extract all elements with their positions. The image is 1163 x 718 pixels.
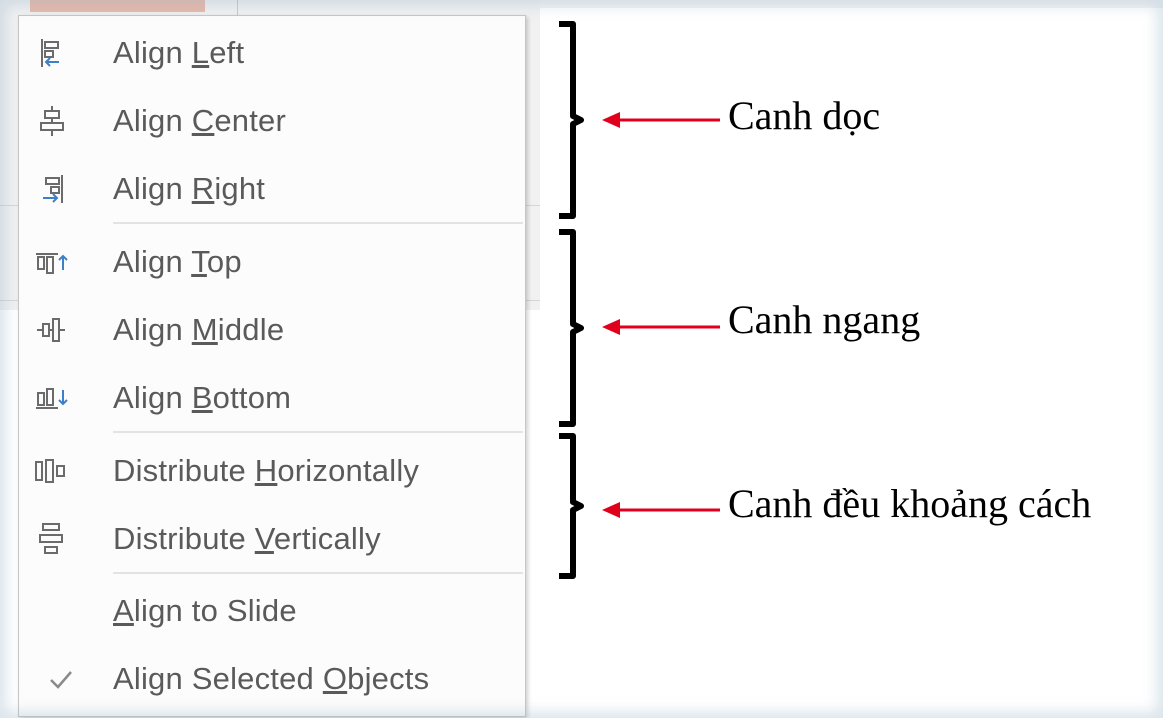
menu-item-label: Align Middle <box>113 312 285 347</box>
menu-item-distribute-vertically[interactable]: Distribute Vertically <box>19 509 525 569</box>
menu-separator <box>113 572 523 574</box>
menu-item-label: Align Left <box>113 35 245 70</box>
menu-separator <box>113 431 523 433</box>
background-tab <box>30 0 205 12</box>
background-divider <box>237 0 238 15</box>
menu-item-label: Align Bottom <box>113 380 292 415</box>
align-bottom-icon <box>36 388 68 409</box>
annotation-distribute-spacing: Canh đều khoảng cách <box>728 481 1092 526</box>
menu-item-label: Distribute Vertically <box>113 521 381 556</box>
brace-horizontal-alignment <box>559 229 584 427</box>
menu-item-align-center[interactable]: Align Center <box>19 91 525 151</box>
menu-item-label: Align Top <box>113 244 242 279</box>
menu-item-align-middle[interactable]: Align Middle <box>19 300 525 360</box>
distribute-vertically-icon <box>39 523 63 554</box>
brace-distribute-spacing <box>559 433 584 579</box>
align-top-icon <box>36 253 68 274</box>
annotation-vertical-alignment: Canh dọc <box>728 93 881 138</box>
menu-item-align-to-slide[interactable]: Align to Slide <box>19 581 525 641</box>
align-context-menu: Align Left Align Center Align Right Alig… <box>18 15 526 717</box>
menu-item-label: Align Selected Objects <box>113 661 430 696</box>
align-right-icon <box>43 175 63 203</box>
brace-vertical-alignment <box>559 21 584 219</box>
menu-item-distribute-horizontally[interactable]: Distribute Horizontally <box>19 441 525 501</box>
menu-item-label: Align Center <box>113 103 287 138</box>
menu-item-align-bottom[interactable]: Align Bottom <box>19 368 525 428</box>
arrow-distribute-spacing <box>602 502 720 518</box>
menu-item-align-selected-objects[interactable]: Align Selected Objects <box>19 649 525 709</box>
menu-item-label: Distribute Horizontally <box>113 453 420 488</box>
checkmark-icon <box>50 671 72 689</box>
align-center-icon <box>40 106 64 136</box>
arrow-horizontal-alignment <box>602 319 720 335</box>
arrow-vertical-alignment <box>602 112 720 128</box>
menu-item-align-left[interactable]: Align Left <box>19 23 525 83</box>
distribute-horizontally-icon <box>35 459 65 483</box>
menu-item-label: Align to Slide <box>113 593 297 628</box>
align-left-icon <box>41 39 59 67</box>
annotation-horizontal-alignment: Canh ngang <box>728 297 921 342</box>
menu-item-align-right[interactable]: Align Right <box>19 159 525 219</box>
menu-item-label: Align Right <box>113 171 266 206</box>
align-middle-icon <box>37 318 65 342</box>
menu-item-align-top[interactable]: Align Top <box>19 232 525 292</box>
menu-separator <box>113 222 523 224</box>
